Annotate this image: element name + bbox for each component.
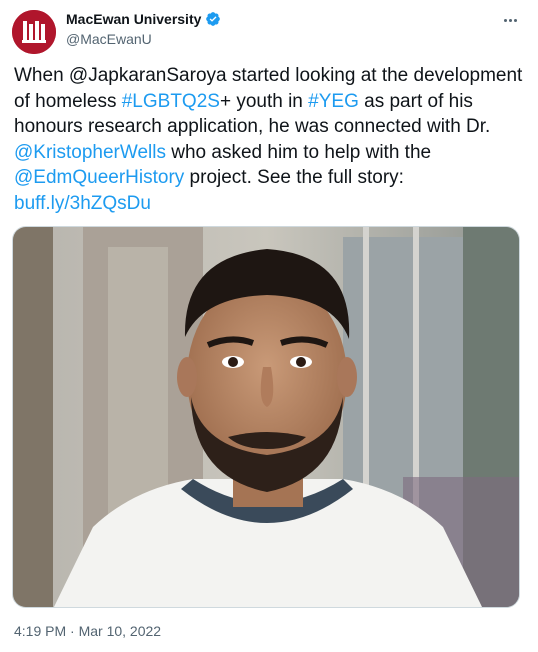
tweet-link[interactable]: #LGBTQ2S — [122, 91, 220, 112]
tweet-link[interactable]: @KristopherWells — [14, 142, 166, 163]
account-header: MacEwan University @MacEwanU — [66, 10, 221, 48]
tweet-timestamp[interactable]: 4:19 PM · Mar 10, 2022 — [14, 623, 161, 639]
verified-badge-icon — [205, 11, 221, 27]
tweet-link[interactable]: #YEG — [308, 91, 359, 112]
account-name[interactable]: MacEwan University — [66, 10, 201, 28]
tweet-link[interactable]: @EdmQueerHistory — [14, 167, 184, 188]
tweet-text-segment: project. See the full story: — [184, 167, 404, 188]
portrait-photo — [13, 227, 519, 607]
account-handle[interactable]: @MacEwanU — [66, 30, 221, 48]
macewan-logo-icon — [12, 10, 56, 54]
tweet-text: When @JapkaranSaroya started looking at … — [14, 63, 524, 216]
tweet-link[interactable]: buff.ly/3hZQsDu — [14, 193, 151, 214]
tweet-text-segment: + youth in — [219, 90, 309, 112]
tweet-text-segment: When — [14, 65, 69, 86]
tweet-text-segment: @JapkaranSaroya — [68, 65, 227, 86]
tweet-photo[interactable] — [12, 226, 520, 608]
avatar[interactable] — [12, 10, 56, 54]
tweet-card: MacEwan University @MacEwanU When @Japka… — [0, 0, 538, 652]
tweet-text-segment: who asked him to help with the — [165, 141, 432, 163]
more-icon[interactable] — [500, 12, 520, 28]
